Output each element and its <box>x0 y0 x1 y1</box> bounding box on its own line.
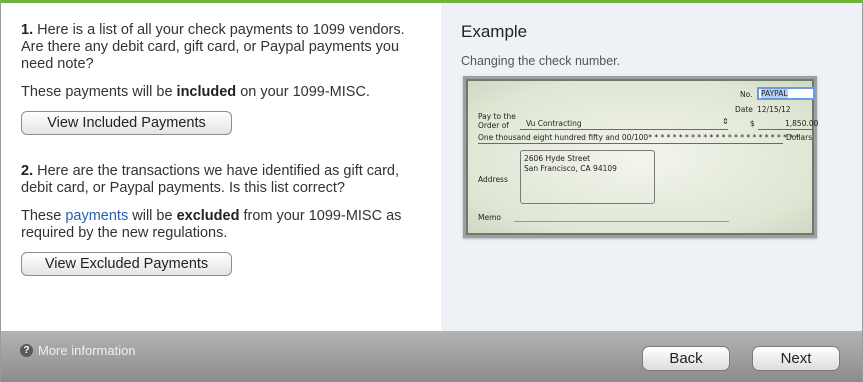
check-amount: 1,850.00 <box>785 119 819 128</box>
amount-in-words: One thousand eight hundred fifty and 00/… <box>478 133 800 142</box>
payee-value: Vu Contracting <box>526 119 582 128</box>
memo-label: Memo <box>478 213 501 222</box>
step-1-note: These payments will be included on your … <box>21 84 426 101</box>
step-1: 1. Here is a list of all your check paym… <box>21 22 426 135</box>
instructions-pane: 1. Here is a list of all your check paym… <box>1 3 441 331</box>
wizard-footer: ? More information Back Next <box>1 331 862 382</box>
step-2-number: 2. <box>21 163 34 179</box>
step-2-question-text: Here are the transactions we have identi… <box>21 163 400 196</box>
amount-line <box>758 129 813 130</box>
check-date-value: 12/15/12 <box>757 105 791 114</box>
step-1-note-prefix: These payments will be <box>21 84 173 100</box>
more-information-label: More information <box>38 343 136 358</box>
amount-words-line <box>478 143 783 144</box>
step-1-question-text: Here is a list of all your check payment… <box>21 22 405 72</box>
address-box: 2606 Hyde Street San Francisco, CA 94109 <box>520 150 655 204</box>
check-number-field: PAYPAL <box>757 87 815 100</box>
wizard-window: 1. Here is a list of all your check paym… <box>0 0 863 382</box>
check: No. PAYPAL Date 12/15/12 Pay to the Orde… <box>466 79 818 235</box>
example-check-image: No. PAYPAL Date 12/15/12 Pay to the Orde… <box>463 76 818 238</box>
payee-line <box>520 129 728 130</box>
step-2-note-bold: excluded <box>176 208 240 224</box>
view-included-payments-button[interactable]: View Included Payments <box>21 111 232 135</box>
currency-symbol: $ <box>750 119 755 128</box>
step-1-number: 1. <box>21 22 34 38</box>
check-number-value: PAYPAL <box>761 89 788 98</box>
payee-dropdown-arrow-icon: ⇕ <box>722 117 729 126</box>
pay-to-label-2: Order of <box>478 121 509 130</box>
step-2-question: 2. Here are the transactions we have ide… <box>21 163 426 197</box>
more-information-link[interactable]: ? More information <box>20 343 136 358</box>
step-2-note-prefix: These <box>21 208 62 224</box>
payments-link[interactable]: payments <box>65 208 128 224</box>
step-1-question: 1. Here is a list of all your check paym… <box>21 22 426 73</box>
dollars-label: Dollars <box>786 133 813 142</box>
address-label: Address <box>478 175 508 184</box>
step-2: 2. Here are the transactions we have ide… <box>21 163 426 276</box>
step-2-note: These payments will be excluded from you… <box>21 208 426 242</box>
step-1-note-bold: included <box>176 84 237 100</box>
address-line-1: 2606 Hyde Street <box>524 154 591 163</box>
example-title: Example <box>461 22 528 41</box>
step-2-note-mid: will be <box>132 208 173 224</box>
example-subtitle: Changing the check number. <box>461 54 621 68</box>
memo-line <box>514 221 729 222</box>
address-line-2: San Francisco, CA 94109 <box>524 164 617 173</box>
help-icon: ? <box>20 344 33 357</box>
check-date-label: Date <box>735 105 753 114</box>
back-button[interactable]: Back <box>642 346 730 371</box>
next-button[interactable]: Next <box>752 346 840 371</box>
example-pane: Example Changing the check number. No. P… <box>441 3 862 331</box>
pay-to-label-1: Pay to the <box>478 112 516 121</box>
step-1-note-suffix: on your 1099-MISC. <box>240 84 370 100</box>
check-no-label: No. <box>740 90 753 99</box>
view-excluded-payments-button[interactable]: View Excluded Payments <box>21 252 232 276</box>
